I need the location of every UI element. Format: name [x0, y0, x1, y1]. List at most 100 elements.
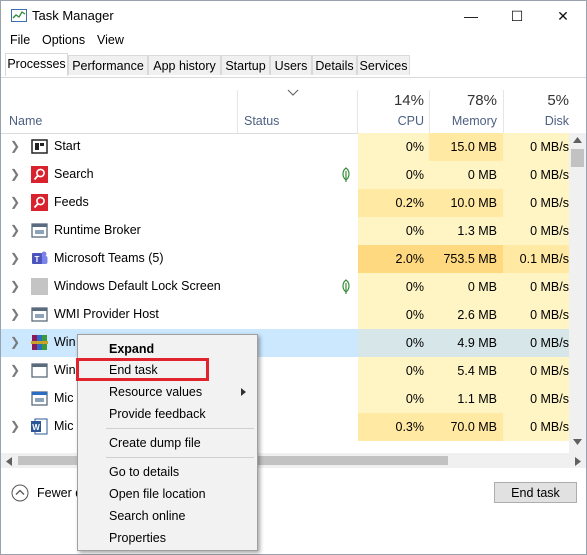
context-separator	[106, 457, 254, 458]
process-row[interactable]: ❯ Feeds 0.2% 10.0 MB 0 MB/s	[1, 189, 569, 217]
tab-app-history[interactable]: App history	[148, 55, 221, 75]
vertical-scrollbar[interactable]	[569, 133, 586, 453]
tab-services[interactable]: Services	[357, 55, 410, 75]
tab-strip: Processes Performance App history Startu…	[1, 53, 586, 78]
menu-file[interactable]: File	[10, 33, 30, 47]
memory-value: 0 MB	[429, 273, 503, 301]
maximize-button[interactable]: ☐	[494, 1, 540, 31]
column-disk[interactable]: Disk	[503, 114, 569, 128]
process-name: Windows Default Lock Screen	[54, 279, 221, 293]
process-row[interactable]: ❯ Search 0% 0 MB 0 MB/s	[1, 161, 569, 189]
column-name[interactable]: Name	[9, 114, 42, 128]
submenu-arrow-icon	[241, 388, 246, 396]
context-item-go-to-details[interactable]: Go to details	[109, 465, 179, 479]
expand-chevron-icon[interactable]: ❯	[10, 195, 20, 209]
column-cpu[interactable]: CPU	[358, 114, 424, 128]
disk-value: 0 MB/s	[503, 273, 569, 301]
context-item-provide-feedback[interactable]: Provide feedback	[109, 407, 206, 421]
context-item-expand[interactable]: Expand	[109, 342, 154, 356]
context-item-resource-values[interactable]: Resource values	[109, 385, 202, 399]
scroll-down-icon[interactable]	[573, 439, 582, 445]
close-button[interactable]: ✕	[540, 1, 586, 31]
runtime-broker-icon	[31, 223, 48, 238]
end-task-highlight-box	[76, 358, 209, 381]
disk-value: 0 MB/s	[503, 385, 569, 413]
memory-value: 0 MB	[429, 161, 503, 189]
expand-chevron-icon[interactable]: ❯	[10, 307, 20, 321]
expand-chevron-icon[interactable]: ❯	[10, 139, 20, 153]
disk-total: 5%	[547, 92, 569, 109]
end-task-button[interactable]: End task	[494, 482, 577, 503]
context-item-open-file-location[interactable]: Open file location	[109, 487, 206, 501]
teams-icon: T	[32, 251, 48, 264]
process-name: Start	[54, 139, 81, 153]
cpu-total: 14%	[393, 92, 424, 109]
cpu-value: 0%	[358, 273, 429, 301]
minimize-button[interactable]: —	[448, 1, 494, 31]
sort-chevron-icon[interactable]	[287, 86, 299, 100]
tab-startup[interactable]: Startup	[221, 55, 270, 75]
context-separator	[106, 428, 254, 429]
scroll-left-icon[interactable]	[6, 457, 12, 466]
expand-chevron-icon[interactable]: ❯	[10, 279, 20, 293]
lock-screen-icon	[31, 278, 48, 295]
disk-value: 0 MB/s	[503, 133, 569, 161]
expand-chevron-icon[interactable]: ❯	[10, 167, 20, 181]
menu-view[interactable]: View	[97, 33, 124, 47]
cpu-value: 0%	[358, 301, 429, 329]
expand-chevron-icon[interactable]: ❯	[10, 223, 20, 237]
cpu-value: 0%	[358, 385, 429, 413]
process-name: Win	[54, 335, 76, 349]
column-divider	[237, 90, 238, 133]
fewer-details-link[interactable]: Fewer d	[37, 486, 82, 500]
memory-value: 2.6 MB	[429, 301, 503, 329]
disk-value: 0 MB/s	[503, 301, 569, 329]
process-name: Mic	[54, 391, 74, 405]
memory-value: 10.0 MB	[429, 189, 503, 217]
wmi-icon	[31, 307, 48, 322]
tab-details[interactable]: Details	[312, 55, 357, 75]
memory-value: 1.3 MB	[429, 217, 503, 245]
expand-chevron-icon[interactable]: ❯	[10, 251, 20, 265]
memory-value: 70.0 MB	[429, 413, 503, 441]
app-icon	[31, 391, 48, 406]
collapse-chevron-icon[interactable]	[11, 484, 29, 502]
context-item-search-online[interactable]: Search online	[109, 509, 185, 523]
vertical-scroll-thumb[interactable]	[571, 149, 584, 167]
minimize-icon: —	[464, 8, 478, 24]
process-row[interactable]: ❯ WMI Provider Host 0% 2.6 MB 0 MB/s	[1, 301, 569, 329]
cpu-value: 2.0%	[358, 245, 429, 273]
disk-value: 0 MB/s	[503, 217, 569, 245]
context-item-create-dump-file[interactable]: Create dump file	[109, 436, 201, 450]
word-icon: W	[31, 418, 48, 435]
tab-performance[interactable]: Performance	[68, 55, 148, 75]
close-icon: ✕	[557, 7, 569, 24]
expand-chevron-icon[interactable]: ❯	[10, 335, 20, 349]
scroll-up-icon[interactable]	[573, 137, 582, 143]
maximize-icon: ☐	[510, 7, 524, 24]
disk-value: 0 MB/s	[503, 413, 569, 441]
process-row[interactable]: ❯ T Microsoft Teams (5) 2.0% 753.5 MB 0.…	[1, 245, 569, 273]
memory-value: 5.4 MB	[429, 357, 503, 385]
column-memory[interactable]: Memory	[429, 114, 497, 128]
disk-value: 0.1 MB/s	[503, 245, 569, 273]
tab-users[interactable]: Users	[270, 55, 312, 75]
process-row[interactable]: ❯ Runtime Broker 0% 1.3 MB 0 MB/s	[1, 217, 569, 245]
disk-value: 0 MB/s	[503, 329, 569, 357]
context-item-properties[interactable]: Properties	[109, 531, 166, 545]
expand-chevron-icon[interactable]: ❯	[10, 419, 20, 433]
menu-options[interactable]: Options	[42, 33, 85, 47]
process-name: Runtime Broker	[54, 223, 141, 237]
process-row[interactable]: ❯ Windows Default Lock Screen 0% 0 MB 0 …	[1, 273, 569, 301]
cpu-value: 0.3%	[358, 413, 429, 441]
tab-processes[interactable]: Processes	[5, 53, 68, 76]
process-row[interactable]: ❯ Start 0% 15.0 MB 0 MB/s	[1, 133, 569, 161]
scroll-right-icon[interactable]	[575, 457, 581, 466]
memory-total: 78%	[466, 92, 497, 109]
process-name: Microsoft Teams (5)	[54, 251, 164, 265]
column-status[interactable]: Status	[244, 114, 279, 128]
memory-value: 15.0 MB	[429, 133, 503, 161]
process-name: Search	[54, 167, 94, 181]
process-name: Mic	[54, 419, 74, 433]
expand-chevron-icon[interactable]: ❯	[10, 363, 20, 377]
